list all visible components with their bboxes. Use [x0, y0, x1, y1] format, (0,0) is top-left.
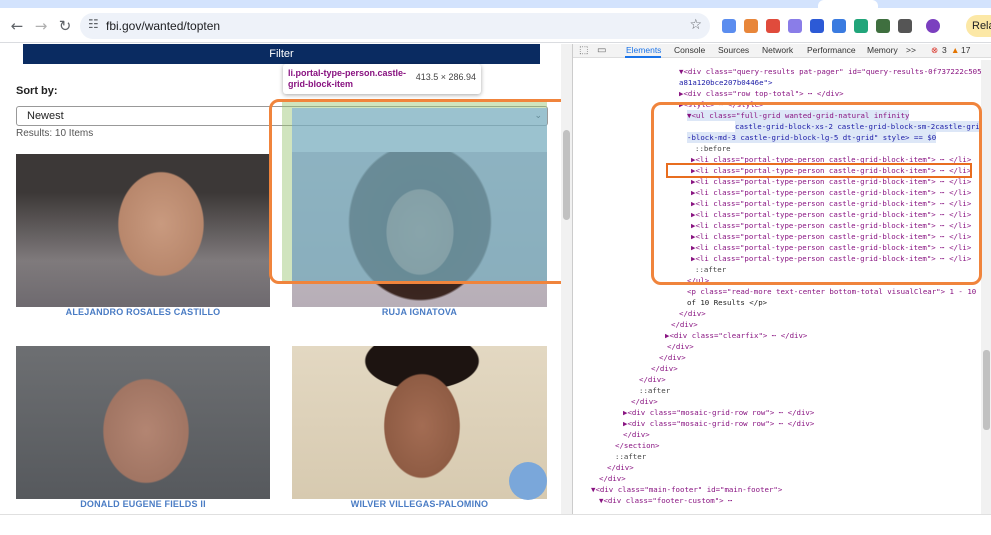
shield-icon[interactable] — [810, 19, 824, 33]
metamask-icon[interactable] — [744, 19, 758, 33]
active-tab[interactable] — [818, 0, 878, 8]
warning-icon[interactable]: ▲ — [951, 45, 959, 55]
inspect-tooltip: li.portal-type-person.castle-grid-block-… — [283, 64, 481, 94]
sort-select-value: Newest — [27, 110, 64, 122]
url-text: fbi.gov/wanted/topten — [106, 19, 221, 33]
error-count-icon[interactable]: ⊗ — [931, 45, 938, 56]
tab-strip — [0, 0, 991, 8]
tab-console[interactable]: Console — [674, 45, 705, 55]
devtools-tabbar: ⬚ ▭ Elements Console Sources Network Per… — [573, 44, 991, 58]
extension-icon[interactable] — [832, 19, 846, 33]
dom-node[interactable]: </div> — [599, 473, 626, 484]
dom-node[interactable]: a81a120bce207b0446e"> — [679, 77, 772, 88]
tooltip-selector: li.portal-type-person.castle-grid-block-… — [288, 68, 407, 89]
dom-node[interactable]: ▼<div class="footer-custom"> ⋯ — [599, 495, 733, 506]
dom-node[interactable]: </div> — [631, 396, 658, 407]
dom-node[interactable]: </div> — [607, 462, 634, 473]
dom-node[interactable]: </div> — [623, 429, 650, 440]
pseudo-element[interactable]: ::after — [615, 451, 646, 462]
page-scrollbar[interactable] — [561, 44, 572, 535]
dom-node[interactable]: ▶<div class="clearfix"> ⋯ </div> — [665, 330, 807, 341]
dom-node[interactable]: </div> — [679, 308, 706, 319]
tab-performance[interactable]: Performance — [807, 45, 856, 55]
dom-node[interactable]: ▶<div class="mosaic-grid-row row"> ⋯ </d… — [623, 407, 814, 418]
dom-node[interactable]: ▼<div class="query-results pat-pager" id… — [679, 66, 981, 77]
dom-node[interactable]: ▶<div class="mosaic-grid-row row"> ⋯ </d… — [623, 418, 814, 429]
dom-text[interactable]: of 10 Results </p> — [687, 297, 767, 308]
mugshot-photo[interactable] — [16, 346, 270, 499]
tab-network[interactable]: Network — [762, 45, 793, 55]
fugitive-name[interactable]: RUJA IGNATOVA — [292, 307, 547, 317]
site-info-icon[interactable]: ☷ — [88, 17, 99, 31]
forward-icon[interactable]: → — [32, 17, 50, 35]
active-tab-indicator — [625, 56, 661, 58]
dom-node[interactable]: ▼<div class="main-footer" id="main-foote… — [591, 484, 782, 495]
dom-node[interactable]: ▶<div class="row top-total"> ⋯ </div> — [679, 88, 844, 99]
puzzle-icon[interactable] — [898, 19, 912, 33]
devtools-scrollbar-thumb[interactable] — [983, 350, 990, 430]
annotation-highlight-row — [666, 163, 972, 178]
fugitive-name[interactable]: WILVER VILLEGAS-PALOMINO — [292, 499, 547, 509]
browser-toolbar: ← → ↻ ☷ fbi.gov/wanted/topten ☆ Rela — [0, 8, 991, 43]
fugitive-name[interactable]: DONALD EUGENE FIELDS II — [16, 499, 270, 509]
error-count[interactable]: 3 — [942, 45, 947, 55]
mugshot-photo[interactable] — [16, 154, 270, 307]
bottom-strip — [0, 514, 991, 535]
dom-node[interactable]: </section> — [615, 440, 660, 451]
dom-node[interactable]: </div> — [639, 374, 666, 385]
dom-node[interactable]: </div> — [659, 352, 686, 363]
bookmark-star-icon[interactable]: ☆ — [689, 17, 702, 33]
sort-label: Sort by: — [16, 85, 58, 97]
extension-icon[interactable] — [788, 19, 802, 33]
warning-count[interactable]: 17 — [961, 45, 970, 55]
more-tabs-icon[interactable]: >> — [906, 45, 916, 55]
back-icon[interactable]: ← — [8, 17, 26, 35]
profile-avatar[interactable] — [926, 19, 940, 33]
extension-icon[interactable] — [766, 19, 780, 33]
extension-icon[interactable] — [854, 19, 868, 33]
extension-icon[interactable] — [722, 19, 736, 33]
devtools-scrollbar[interactable] — [981, 60, 991, 514]
dom-node[interactable]: </div> — [667, 341, 694, 352]
dom-node[interactable]: </div> — [671, 319, 698, 330]
filter-button[interactable]: Filter — [23, 44, 540, 64]
device-toolbar-icon[interactable]: ▭ — [597, 45, 606, 56]
scroll-top-button[interactable] — [509, 462, 547, 500]
relaunch-button[interactable]: Rela — [966, 15, 991, 37]
extension-icon[interactable] — [876, 19, 890, 33]
tooltip-dimensions: 413.5 × 286.94 — [415, 72, 476, 82]
tab-sources[interactable]: Sources — [718, 45, 749, 55]
fugitive-name[interactable]: ALEJANDRO ROSALES CASTILLO — [16, 307, 270, 317]
inspect-element-icon[interactable]: ⬚ — [579, 45, 588, 56]
dom-node[interactable]: <p class="read-more text-center bottom-t… — [687, 286, 976, 297]
results-count: Results: 10 Items — [16, 128, 94, 139]
pseudo-element[interactable]: ::after — [639, 385, 670, 396]
tab-memory[interactable]: Memory — [867, 45, 898, 55]
tab-elements[interactable]: Elements — [626, 45, 661, 55]
dom-node[interactable]: </div> — [651, 363, 678, 374]
page-scrollbar-thumb[interactable] — [563, 130, 570, 220]
reload-icon[interactable]: ↻ — [56, 17, 74, 35]
address-bar[interactable]: ☷ fbi.gov/wanted/topten ☆ — [80, 13, 710, 39]
annotation-highlight — [651, 102, 982, 285]
annotation-highlight — [269, 99, 585, 284]
